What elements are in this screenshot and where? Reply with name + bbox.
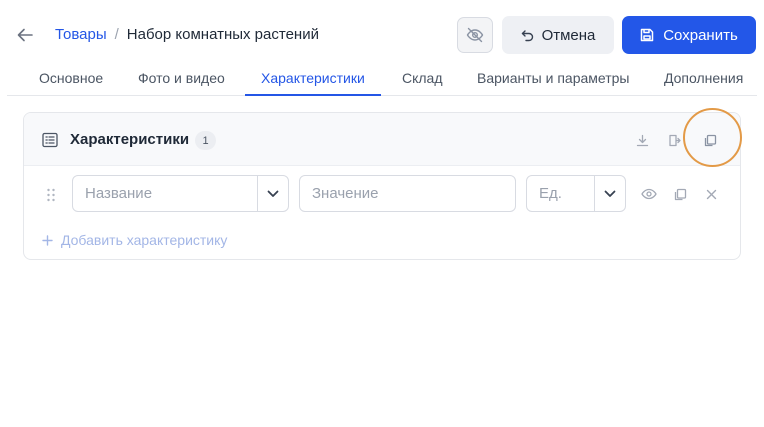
characteristics-count-badge: 1 [195, 131, 216, 150]
save-icon [640, 28, 654, 42]
chevron-down-icon [267, 190, 279, 197]
undo-icon [521, 29, 533, 41]
unit-select[interactable] [526, 175, 626, 212]
page-title: Набор комнатных растений [126, 26, 319, 43]
arrow-left-icon [17, 28, 33, 42]
drag-handle-icon[interactable] [46, 188, 56, 202]
unit-input[interactable] [527, 176, 594, 211]
name-dropdown-toggle[interactable] [257, 176, 288, 211]
save-button[interactable]: Сохранить [622, 16, 756, 54]
eye-off-icon [466, 27, 484, 43]
plus-icon [42, 234, 53, 246]
row-copy-button[interactable] [671, 185, 689, 203]
back-button[interactable] [14, 24, 36, 46]
download-icon [636, 134, 648, 146]
list-icon [42, 132, 58, 148]
characteristic-name-select[interactable] [72, 175, 289, 212]
add-characteristic-button[interactable]: Добавить характеристику [42, 232, 227, 248]
copy-icon [674, 188, 686, 200]
characteristic-name-input[interactable] [73, 176, 257, 211]
breadcrumb-parent-link[interactable]: Товары [55, 26, 107, 43]
breadcrumb: Товары / Набор комнатных растений [55, 26, 319, 43]
cancel-button-label: Отмена [541, 26, 596, 44]
visibility-toggle-button[interactable] [457, 17, 493, 53]
import-icon [668, 134, 681, 146]
chevron-down-icon [604, 190, 616, 197]
close-icon [706, 189, 716, 199]
add-characteristic-label: Добавить характеристику [61, 232, 228, 248]
characteristics-card-header: Характеристики 1 [24, 113, 740, 166]
characteristics-card: Характеристики 1 Название Значение Ед. Д… [23, 112, 741, 260]
tab-addons[interactable]: Дополнения [648, 62, 759, 95]
import-button[interactable] [665, 131, 683, 149]
cancel-button[interactable]: Отмена [502, 16, 614, 54]
unit-dropdown-toggle[interactable] [594, 176, 625, 211]
tab-stock[interactable]: Склад [386, 62, 459, 95]
row-delete-button[interactable] [702, 185, 720, 203]
tab-characteristics[interactable]: Характеристики [245, 62, 381, 96]
tab-bar: Основное Фото и видео Характеристики Скл… [7, 62, 757, 96]
characteristics-title: Характеристики [70, 131, 190, 148]
copy-icon [704, 134, 716, 146]
row-visibility-button[interactable] [640, 185, 658, 203]
tab-main[interactable]: Основное [23, 62, 119, 95]
characteristic-value-field[interactable] [299, 175, 516, 212]
save-button-label: Сохранить [663, 26, 738, 44]
tab-media[interactable]: Фото и видео [122, 62, 241, 95]
eye-icon [641, 188, 657, 200]
copy-all-button[interactable] [701, 131, 719, 149]
breadcrumb-separator: / [114, 26, 119, 43]
download-button[interactable] [633, 131, 651, 149]
page-header: Товары / Набор комнатных растений Отмена… [0, 0, 764, 70]
characteristic-value-input[interactable] [300, 176, 515, 211]
tab-variants[interactable]: Варианты и параметры [461, 62, 645, 95]
